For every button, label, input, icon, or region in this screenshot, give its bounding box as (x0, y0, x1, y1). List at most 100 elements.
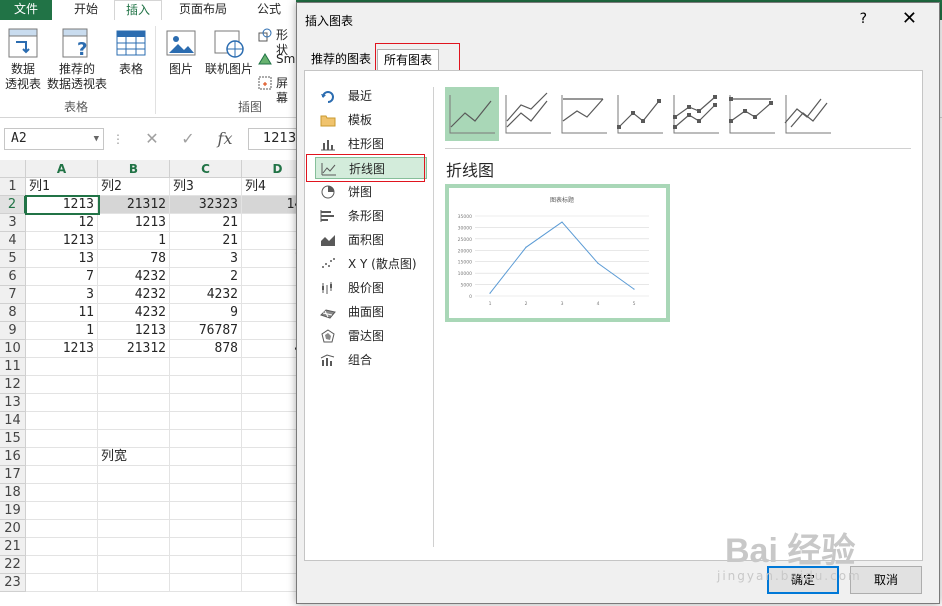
row-header[interactable]: 19 (0, 502, 26, 520)
table-cell[interactable] (98, 556, 170, 574)
chart-subtype-option[interactable] (613, 87, 667, 141)
chart-category-item[interactable]: 条形图 (315, 205, 427, 227)
row-header[interactable]: 4 (0, 232, 26, 250)
row-header[interactable]: 22 (0, 556, 26, 574)
chart-subtype-option[interactable] (501, 87, 555, 141)
row-header[interactable]: 13 (0, 394, 26, 412)
table-cell[interactable] (98, 394, 170, 412)
table-cell[interactable] (26, 430, 98, 448)
table-cell[interactable] (26, 376, 98, 394)
table-cell[interactable] (170, 556, 242, 574)
table-cell[interactable] (170, 394, 242, 412)
table-cell[interactable] (98, 520, 170, 538)
row-header[interactable]: 18 (0, 484, 26, 502)
table-cell[interactable]: 21 (170, 214, 242, 232)
row-header[interactable]: 1 (0, 178, 26, 196)
table-cell[interactable] (170, 430, 242, 448)
enter-formula-icon[interactable]: ✓ (174, 128, 202, 150)
chart-category-item[interactable]: 饼图 (315, 181, 427, 203)
table-cell[interactable] (98, 466, 170, 484)
table-cell[interactable] (170, 502, 242, 520)
table-cell[interactable] (98, 376, 170, 394)
chart-subtype-option[interactable] (781, 87, 835, 141)
picture-button[interactable]: 图片 (164, 62, 198, 77)
row-header[interactable]: 3 (0, 214, 26, 232)
table-cell[interactable]: 3 (26, 286, 98, 304)
table-cell[interactable]: 4232 (98, 304, 170, 322)
table-cell[interactable] (26, 502, 98, 520)
column-header-c[interactable]: C (170, 160, 242, 178)
row-header[interactable]: 14 (0, 412, 26, 430)
chart-category-item[interactable]: X Y (散点图) (315, 253, 427, 275)
table-cell[interactable] (26, 556, 98, 574)
table-cell[interactable] (170, 412, 242, 430)
table-cell[interactable] (26, 358, 98, 376)
chart-category-item[interactable]: 股价图 (315, 277, 427, 299)
table-cell[interactable] (26, 394, 98, 412)
row-header[interactable]: 21 (0, 538, 26, 556)
table-cell[interactable]: 9 (170, 304, 242, 322)
table-cell[interactable]: 11 (26, 304, 98, 322)
table-cell[interactable]: 21312 (98, 340, 170, 358)
table-cell[interactable] (98, 412, 170, 430)
table-cell[interactable] (98, 358, 170, 376)
table-cell[interactable]: 7 (26, 268, 98, 286)
row-header[interactable]: 12 (0, 376, 26, 394)
pivottable-button[interactable]: 数据 透视表 (2, 62, 44, 92)
table-cell[interactable] (98, 574, 170, 592)
table-cell[interactable] (170, 376, 242, 394)
table-cell[interactable]: 21312 (98, 196, 170, 214)
table-cell[interactable] (26, 412, 98, 430)
table-cell[interactable]: 4232 (98, 286, 170, 304)
chart-category-item[interactable]: 面积图 (315, 229, 427, 251)
table-cell[interactable]: 1213 (26, 232, 98, 250)
column-header-a[interactable]: A (26, 160, 98, 178)
tab-insert-label[interactable]: 插入 (114, 0, 162, 20)
chart-subtype-option[interactable] (445, 87, 499, 141)
smartart-button[interactable]: Sm (276, 52, 296, 67)
table-cell[interactable]: 12 (26, 214, 98, 232)
tab-file[interactable]: 文件 (0, 0, 52, 20)
table-cell[interactable] (170, 484, 242, 502)
insert-function-icon[interactable]: fx (210, 128, 240, 150)
chart-category-item[interactable]: 组合 (315, 349, 427, 371)
table-cell[interactable]: 13 (26, 250, 98, 268)
row-header[interactable]: 20 (0, 520, 26, 538)
table-cell[interactable] (26, 574, 98, 592)
chart-category-item[interactable]: 最近 (315, 85, 427, 107)
table-cell[interactable]: 1213 (98, 322, 170, 340)
table-cell[interactable] (170, 520, 242, 538)
table-cell[interactable] (26, 448, 98, 466)
online-picture-button[interactable]: 联机图片 (202, 62, 256, 77)
table-cell[interactable] (170, 358, 242, 376)
row-header[interactable]: 16 (0, 448, 26, 466)
chart-subtype-option[interactable] (725, 87, 779, 141)
table-cell[interactable]: 1213 (26, 196, 98, 214)
tab-home-label[interactable]: 开始 (60, 0, 112, 20)
table-cell[interactable]: 78 (98, 250, 170, 268)
table-cell[interactable] (170, 466, 242, 484)
table-cell[interactable]: 1213 (98, 214, 170, 232)
table-cell[interactable]: 列宽 (98, 448, 170, 466)
table-cell[interactable]: 878 (170, 340, 242, 358)
row-header[interactable]: 6 (0, 268, 26, 286)
table-cell[interactable] (26, 484, 98, 502)
tab-formulas-label[interactable]: 公式 (246, 0, 292, 20)
chart-category-item[interactable]: 模板 (315, 109, 427, 131)
chart-category-item[interactable]: 雷达图 (315, 325, 427, 347)
tab-recommended-charts[interactable]: 推荐的图表 (305, 49, 377, 71)
table-cell[interactable]: 76787 (170, 322, 242, 340)
table-cell[interactable] (170, 574, 242, 592)
select-all-corner[interactable] (0, 160, 26, 178)
row-header[interactable]: 8 (0, 304, 26, 322)
table-button[interactable]: 表格 (112, 62, 150, 77)
chevron-down-icon[interactable]: ▼ (94, 129, 99, 149)
row-header[interactable]: 10 (0, 340, 26, 358)
table-cell[interactable]: 1 (26, 322, 98, 340)
table-cell[interactable]: 3 (170, 250, 242, 268)
chart-category-item[interactable]: 柱形图 (315, 133, 427, 155)
table-cell[interactable] (26, 520, 98, 538)
table-cell[interactable] (26, 466, 98, 484)
help-icon[interactable]: ? (860, 11, 867, 27)
chart-subtype-option[interactable] (669, 87, 723, 141)
